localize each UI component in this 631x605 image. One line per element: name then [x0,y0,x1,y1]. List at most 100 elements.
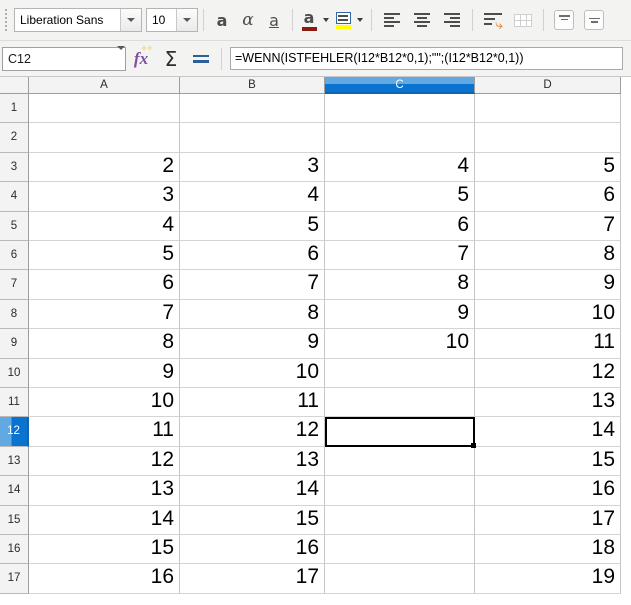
cell-D3[interactable]: 5 [475,152,621,183]
row-header-14[interactable]: 14 [0,476,29,506]
cell-A2[interactable] [29,123,180,153]
cell-D8[interactable]: 10 [475,299,621,330]
cell-D4[interactable]: 6 [475,182,621,212]
cell-D17[interactable]: 19 [475,564,621,594]
row-header-2[interactable]: 2 [0,123,29,153]
highlighting-color-button[interactable] [332,6,354,34]
cell-B13[interactable]: 13 [180,446,325,477]
cell-D11[interactable]: 13 [475,388,621,418]
formula-input[interactable]: =WENN(ISTFEHLER(I12*B12*0,1);"";(I12*B12… [230,47,623,70]
row-header-10[interactable]: 10 [0,358,29,388]
cell-C5[interactable]: 6 [325,211,475,241]
font-size-dropdown-button[interactable] [176,9,197,31]
row-header-3[interactable]: 3 [0,152,29,183]
cell-A15[interactable]: 14 [29,505,180,535]
font-color-dropdown-button[interactable] [320,6,332,34]
function-wizard-button[interactable]: fx ✧✧ [126,44,156,73]
cell-B8[interactable]: 8 [180,299,325,330]
font-name-combobox[interactable]: Liberation Sans [14,8,142,32]
cell-D16[interactable]: 18 [475,535,621,565]
cell-C8[interactable]: 9 [325,299,475,330]
cell-C17[interactable] [325,564,475,594]
column-header-c[interactable]: C [325,77,475,94]
cell-A16[interactable]: 15 [29,535,180,565]
cell-C12[interactable] [325,417,475,447]
cell-D2[interactable] [475,123,621,153]
cell-D7[interactable]: 9 [475,270,621,300]
highlighting-color-dropdown-button[interactable] [354,6,366,34]
cell-C4[interactable]: 5 [325,182,475,212]
cell-A8[interactable]: 7 [29,299,180,330]
cell-A17[interactable]: 16 [29,564,180,594]
font-size-combobox[interactable]: 10 [146,8,198,32]
italic-button[interactable]: α [235,6,261,34]
cell-C9[interactable]: 10 [325,329,475,359]
row-header-8[interactable]: 8 [0,299,29,330]
cell-C10[interactable] [325,358,475,388]
cell-D1[interactable] [475,94,621,124]
wrap-text-button[interactable]: ⤷ [478,6,508,34]
align-center-vertically-button[interactable] [579,6,609,34]
cell-D5[interactable]: 7 [475,211,621,241]
underline-button[interactable]: a [261,6,287,34]
font-name-dropdown-button[interactable] [120,9,141,31]
cell-C14[interactable] [325,476,475,506]
cell-D15[interactable]: 17 [475,505,621,535]
cell-A13[interactable]: 12 [29,446,180,477]
cell-D12[interactable]: 14 [475,417,621,447]
cell-A6[interactable]: 5 [29,241,180,271]
cell-B2[interactable] [180,123,325,153]
cell-D9[interactable]: 11 [475,329,621,359]
cell-C1[interactable] [325,94,475,124]
row-header-15[interactable]: 15 [0,505,29,535]
cell-B14[interactable]: 14 [180,476,325,506]
cell-B17[interactable]: 17 [180,564,325,594]
spreadsheet-grid[interactable]: ABCD 1 2 3 4 5 6 7 8 9 10 11 12 13 14 15 16 17 234534564… [0,77,631,605]
font-color-button[interactable]: a [298,6,320,34]
cell-A4[interactable]: 3 [29,182,180,212]
row-header-4[interactable]: 4 [0,182,29,212]
toolbar-drag-handle[interactable] [1,5,10,35]
row-header-9[interactable]: 9 [0,329,29,359]
align-right-button[interactable] [437,6,467,34]
name-box-dropdown-button[interactable] [117,45,125,68]
cell-B4[interactable]: 4 [180,182,325,212]
cell-A11[interactable]: 10 [29,388,180,418]
cell-A7[interactable]: 6 [29,270,180,300]
cell-B9[interactable]: 9 [180,329,325,359]
cell-B12[interactable]: 12 [180,417,325,447]
bold-button[interactable]: a [209,6,235,34]
cell-B6[interactable]: 6 [180,241,325,271]
row-header-7[interactable]: 7 [0,270,29,300]
cell-A1[interactable] [29,94,180,124]
cell-C3[interactable]: 4 [325,152,475,183]
cell-C15[interactable] [325,505,475,535]
cell-B7[interactable]: 7 [180,270,325,300]
select-all-corner[interactable] [0,77,29,94]
cell-C7[interactable]: 8 [325,270,475,300]
column-header-d[interactable]: D [475,77,621,94]
cell-C2[interactable] [325,123,475,153]
cell-C6[interactable]: 7 [325,241,475,271]
cell-A12[interactable]: 11 [29,417,180,447]
cell-B5[interactable]: 5 [180,211,325,241]
row-header-13[interactable]: 13 [0,446,29,477]
row-header-6[interactable]: 6 [0,241,29,271]
formula-button[interactable] [186,45,216,73]
row-header-1[interactable]: 1 [0,94,29,124]
cell-A3[interactable]: 2 [29,152,180,183]
cell-C16[interactable] [325,535,475,565]
cell-D6[interactable]: 8 [475,241,621,271]
align-left-button[interactable] [377,6,407,34]
select-function-button[interactable]: Σ [156,45,186,73]
row-header-5[interactable]: 5 [0,211,29,241]
cell-B1[interactable] [180,94,325,124]
cell-B3[interactable]: 3 [180,152,325,183]
cell-A5[interactable]: 4 [29,211,180,241]
align-top-button[interactable] [549,6,579,34]
cell-B11[interactable]: 11 [180,388,325,418]
cell-C11[interactable] [325,388,475,418]
name-box[interactable]: C12 [2,45,126,71]
cell-C13[interactable] [325,446,475,477]
cell-A14[interactable]: 13 [29,476,180,506]
